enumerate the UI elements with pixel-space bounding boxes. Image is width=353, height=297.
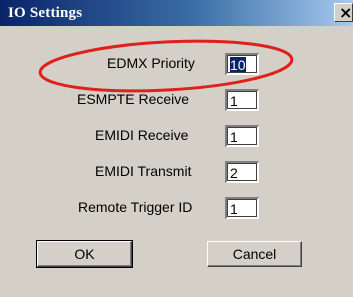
edmx-priority-field[interactable]: 10 <box>225 53 259 75</box>
remote-trigger-id-field[interactable]: 1 <box>225 197 259 219</box>
emidi-transmit-field[interactable]: 2 <box>225 161 259 183</box>
title-bar[interactable]: IO Settings × <box>0 0 353 26</box>
ok-button[interactable]: OK <box>36 240 133 268</box>
edmx-priority-label: EDMX Priority <box>107 55 195 71</box>
remote-trigger-id-label: Remote Trigger ID <box>78 199 193 215</box>
remote-trigger-id-value: 1 <box>230 201 238 217</box>
esmpte-receive-field[interactable]: 1 <box>225 89 259 111</box>
emidi-transmit-label: EMIDI Transmit <box>95 163 192 179</box>
emidi-receive-value: 1 <box>230 129 238 145</box>
emidi-receive-field[interactable]: 1 <box>225 125 259 147</box>
io-settings-dialog: IO Settings × EDMX Priority 10 ESMPTE Re… <box>0 0 353 297</box>
window-title: IO Settings <box>8 5 83 21</box>
cancel-button[interactable]: Cancel <box>207 241 302 267</box>
close-icon: × <box>339 3 353 22</box>
close-button[interactable]: × <box>334 3 353 22</box>
emidi-receive-label: EMIDI Receive <box>95 127 189 143</box>
edmx-priority-value: 10 <box>230 57 246 73</box>
esmpte-receive-value: 1 <box>230 93 238 109</box>
esmpte-receive-label: ESMPTE Receive <box>77 91 190 107</box>
emidi-transmit-value: 2 <box>230 165 238 181</box>
